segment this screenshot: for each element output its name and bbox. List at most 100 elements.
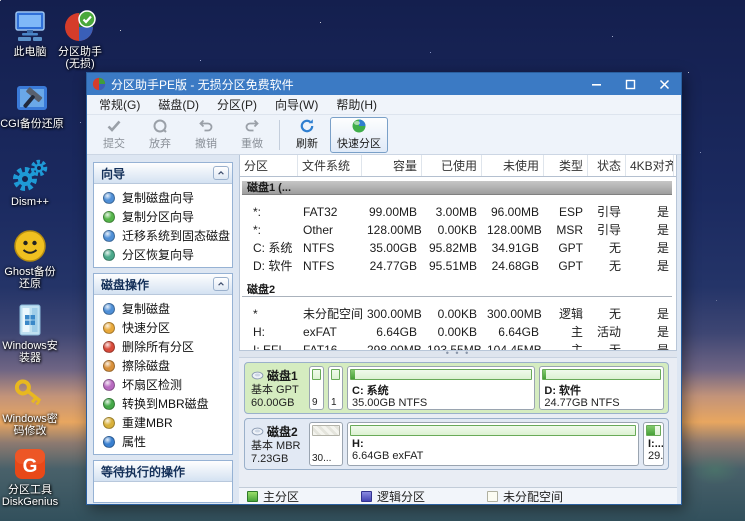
logical-swatch — [361, 491, 372, 502]
column-header-unused[interactable]: 未使用 — [482, 155, 544, 176]
cell-capacity: 24.77GB — [362, 257, 422, 275]
sidebar-item[interactable]: 快速分区 — [94, 318, 232, 337]
panel-header-pending-operations[interactable]: 等待执行的操作 — [94, 461, 232, 482]
sidebar-item[interactable]: 重建MBR — [94, 413, 232, 432]
desktop-icon-label: 此电脑 — [14, 46, 47, 58]
sidebar-item[interactable]: 擦除磁盘 — [94, 356, 232, 375]
maximize-button[interactable] — [613, 73, 647, 95]
disk-group-rows: 磁盘2*未分配空间300.00MB0.00KB300.00MB逻辑无是H:exF… — [240, 275, 676, 351]
desktop-icon-windows-password[interactable]: Windows密码修改 — [2, 375, 58, 437]
collapse-button[interactable] — [213, 166, 229, 180]
desktop-icon-label: Dism++ — [11, 196, 49, 208]
app-pie-icon — [92, 77, 106, 91]
disk-map-1[interactable]: 磁盘1基本 GPT60.00GB91C: 系统35.00GB NTFSD: 软件… — [244, 362, 669, 414]
menu-item-general[interactable]: 常规(G) — [90, 94, 149, 115]
disk-map-2[interactable]: 磁盘2基本 MBR7.23GB30...H:6.64GB exFATI:...2… — [244, 418, 669, 470]
partition-recovery-icon — [103, 249, 115, 261]
cell-capacity: 298.00MB — [362, 341, 422, 351]
partition-block[interactable]: D: 软件24.77GB NTFS — [539, 366, 664, 410]
desktop-icon-cgi-backup[interactable]: CGI备份还原 — [0, 80, 64, 130]
cell-type: ESP — [544, 203, 588, 221]
partition-block[interactable]: 1 — [328, 366, 343, 410]
legend-item-logical: 逻辑分区 — [361, 488, 425, 505]
sidebar-item-label: 快速分区 — [122, 319, 170, 336]
desktop-icon-diskgenius[interactable]: G分区工具DiskGenius — [2, 446, 58, 508]
menu-item-wizard[interactable]: 向导(W) — [266, 94, 327, 115]
cell-used: 95.82MB — [422, 239, 482, 257]
cell-status: 无 — [588, 305, 626, 323]
sidebar-item-label: 迁移系统到固态磁盘 — [122, 227, 230, 244]
panel-header-wizards[interactable]: 向导 — [94, 163, 232, 184]
desktop-icon-partition-assistant[interactable]: 分区助手(无损) — [52, 8, 108, 70]
refresh-icon — [299, 118, 315, 134]
cell-type: 逻辑 — [544, 305, 588, 323]
panel-body: 复制磁盘向导复制分区向导迁移系统到固态磁盘分区恢复向导 — [94, 184, 232, 267]
cell-capacity: 128.00MB — [362, 221, 422, 239]
column-header-type[interactable]: 类型 — [544, 155, 588, 176]
desktop-icon-dism[interactable]: Dism++ — [2, 158, 58, 208]
commit-button[interactable]: 提交 — [91, 117, 137, 153]
column-header-status[interactable]: 状态 — [588, 155, 626, 176]
properties-icon — [103, 436, 115, 448]
partition-usage-bar — [646, 425, 661, 436]
cell-unused: 300.00MB — [482, 305, 544, 323]
copy-disk-icon — [103, 303, 115, 315]
cell-used: 3.00MB — [422, 203, 482, 221]
sidebar-item[interactable]: 坏扇区检测 — [94, 375, 232, 394]
disk-size: 60.00GB — [251, 397, 307, 410]
redo-button[interactable]: 重做 — [229, 117, 275, 153]
partition-block[interactable]: I:...29... — [643, 422, 664, 466]
undo-icon — [198, 118, 214, 134]
cell-status: 无 — [588, 239, 626, 257]
sidebar-item[interactable]: 转换到MBR磁盘 — [94, 394, 232, 413]
panel-title: 向导 — [101, 165, 125, 182]
desktop-icon-this-pc[interactable]: 此电脑 — [2, 8, 58, 58]
column-header-filesystem[interactable]: 文件系统 — [298, 155, 362, 176]
disk-group-header-2[interactable]: 磁盘2 — [242, 283, 672, 297]
used-space-fill — [647, 426, 655, 435]
sidebar-item[interactable]: 分区恢复向导 — [94, 245, 232, 264]
sidebar-item[interactable]: 复制分区向导 — [94, 207, 232, 226]
column-header-partition[interactable]: 分区 — [240, 155, 298, 176]
disk-group-header-1[interactable]: 磁盘1 (... — [242, 181, 672, 195]
sidebar-item[interactable]: 删除所有分区 — [94, 337, 232, 356]
close-button[interactable] — [647, 73, 681, 95]
used-space-fill — [351, 370, 355, 379]
minimize-button[interactable] — [579, 73, 613, 95]
menu-item-partition[interactable]: 分区(P) — [208, 94, 266, 115]
partition-block[interactable]: 9 — [309, 366, 324, 410]
cell-4k-aligned: 是 — [626, 323, 674, 341]
refresh-button[interactable]: 刷新 — [284, 117, 330, 153]
discard-button[interactable]: 放弃 — [137, 117, 183, 153]
column-header-4k-aligned[interactable]: 4KB对齐 — [626, 155, 674, 176]
desktop-icon-ghost-backup[interactable]: Ghost备份还原 — [2, 228, 58, 290]
sidebar-item[interactable]: 复制磁盘 — [94, 299, 232, 318]
desktop-icon-windows-installer[interactable]: Windows安装器 — [2, 302, 58, 364]
splitter-handle[interactable]: • • • — [239, 351, 677, 358]
chevron-up-icon — [217, 280, 225, 288]
collapse-button[interactable] — [213, 277, 229, 291]
quick-partition-button[interactable]: 快速分区 — [330, 117, 388, 153]
cell-partition: C: 系统 — [240, 239, 298, 257]
desktop-icon-label: Windows密码修改 — [2, 413, 58, 437]
sidebar-item[interactable]: 属性 — [94, 432, 232, 451]
panel-header-disk-operations[interactable]: 磁盘操作 — [94, 274, 232, 295]
partition-tiny-label: 1 — [329, 397, 342, 409]
partition-block[interactable]: 30... — [309, 422, 343, 466]
menu-item-disk[interactable]: 磁盘(D) — [149, 94, 208, 115]
partition-name: C: 系统 — [348, 382, 534, 397]
toolbar-button-label: 提交 — [103, 135, 125, 151]
column-header-used[interactable]: 已使用 — [422, 155, 482, 176]
partition-tiny-label: 9 — [310, 397, 323, 409]
wallpaper-horizon-glow — [690, 455, 740, 485]
sidebar-item[interactable]: 复制磁盘向导 — [94, 188, 232, 207]
column-header-capacity[interactable]: 容量 — [362, 155, 422, 176]
window-titlebar[interactable]: 分区助手PE版 - 无损分区免费软件 — [87, 73, 681, 95]
partition-name: D: 软件 — [540, 382, 663, 397]
menu-item-help[interactable]: 帮助(H) — [327, 94, 386, 115]
cell-unused: 96.00MB — [482, 203, 544, 221]
undo-button[interactable]: 撤销 — [183, 117, 229, 153]
sidebar-item[interactable]: 迁移系统到固态磁盘 — [94, 226, 232, 245]
partition-block[interactable]: C: 系统35.00GB NTFS — [347, 366, 535, 410]
partition-block[interactable]: H:6.64GB exFAT — [347, 422, 639, 466]
